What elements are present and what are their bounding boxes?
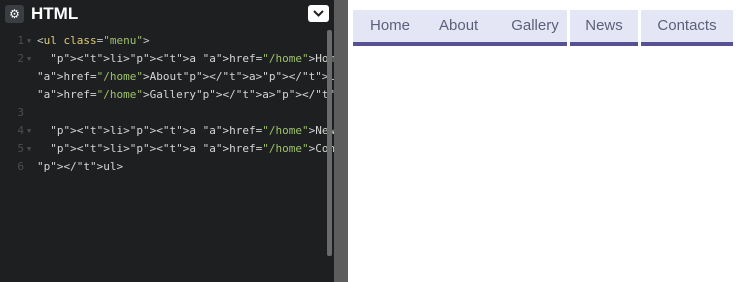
code-line: 6 "p"></"t">ul> [0, 158, 326, 176]
html-editor-pane: ⚙ HTML 1 ▼ <ul class="menu"> 2 ▼ "p"><"t… [0, 0, 653, 282]
code-text: "a">href="/home">Gallery"p"></"t">a>"p">… [37, 88, 362, 101]
code-text: <ul class="menu"> [37, 34, 150, 47]
gear-icon[interactable]: ⚙ [5, 5, 24, 23]
line-number: 2 [17, 52, 24, 65]
code-line: 1 ▼ <ul class="menu"> [0, 32, 326, 50]
menu-item-contacts: Contacts [641, 10, 733, 46]
code-line-wrap: "a">href="/home">About"p"></"t">a>"p"></… [0, 68, 494, 86]
code-line: 5 ▼ "p"><"t">li>"p"><"t">a "a">href="/ho… [0, 140, 533, 158]
code-line: 2 ▼ "p"><"t">li>"p"><"t">a "a">href="/ho… [0, 50, 653, 68]
fold-arrow-icon[interactable]: ▼ [27, 122, 31, 140]
line-number: 5 [17, 142, 24, 155]
code-line: 4 ▼ "p"><"t">li>"p"><"t">a "a">href="/ho… [0, 122, 507, 140]
code-editor[interactable]: 1 ▼ <ul class="menu"> 2 ▼ "p"><"t">li>"p… [0, 30, 653, 282]
pane-resize-handle[interactable] [334, 0, 348, 282]
fold-arrow-icon[interactable]: ▼ [27, 140, 31, 158]
code-text: "p"></"t">ul> [37, 160, 124, 173]
menu-item-news: News [570, 10, 638, 46]
nav-menu: Home About Gallery News Contacts [353, 10, 733, 46]
editor-scrollbar[interactable] [327, 30, 332, 256]
menu-link-contacts[interactable]: Contacts [657, 11, 716, 41]
collapse-button[interactable] [308, 5, 329, 22]
fold-arrow-icon[interactable]: ▼ [27, 32, 31, 50]
editor-header: ⚙ HTML [0, 0, 334, 28]
line-number: 1 [17, 34, 24, 47]
chevron-down-icon [313, 10, 324, 17]
menu-group: Home About Gallery [353, 10, 567, 46]
preview-pane: Home About Gallery News Contacts [348, 0, 750, 282]
line-number: 3 [17, 106, 24, 119]
menu-link-news[interactable]: News [585, 11, 623, 41]
line-number: 4 [17, 124, 24, 137]
line-number: 6 [17, 160, 24, 173]
code-line: 3 [0, 104, 326, 122]
menu-link-gallery[interactable]: Gallery [495, 11, 571, 41]
menu-link-home[interactable]: Home [353, 11, 422, 41]
code-line-wrap: "a">href="/home">Gallery"p"></"t">a>"p">… [0, 86, 362, 104]
fold-arrow-icon[interactable]: ▼ [27, 50, 31, 68]
editor-title: HTML [31, 4, 79, 23]
menu-link-about[interactable]: About [422, 11, 495, 41]
